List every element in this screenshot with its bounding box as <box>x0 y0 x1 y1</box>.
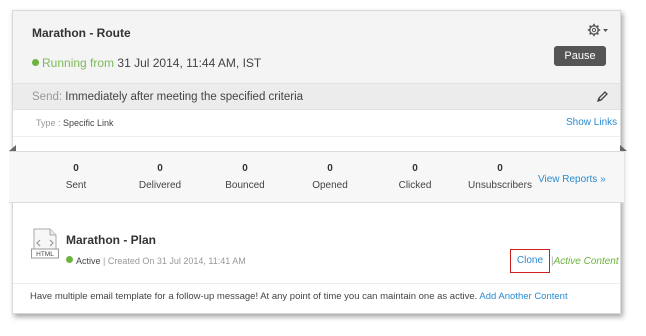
stat-value: 0 <box>497 163 503 174</box>
campaign-header: Marathon - Route Pause Running from 31 J… <box>13 11 620 83</box>
content-item: HTML Marathon - Plan Active | Created On… <box>13 216 620 284</box>
type-label: Type : <box>36 118 61 128</box>
stat-label: Bounced <box>225 180 265 191</box>
pause-button[interactable]: Pause <box>554 46 606 66</box>
add-content-link[interactable]: Add Another Content <box>479 291 567 302</box>
send-row: Send: Immediately after meeting the spec… <box>13 83 620 110</box>
html-icon-label: HTML <box>36 251 54 258</box>
stat-opened: 0 Opened <box>290 163 370 191</box>
stat-value: 0 <box>327 163 333 174</box>
send-text: Send: Immediately after meeting the spec… <box>32 91 303 103</box>
stat-value: 0 <box>412 163 418 174</box>
view-reports-link[interactable]: View Reports » <box>538 174 606 185</box>
stat-clicked: 0 Clicked <box>375 163 455 191</box>
content-meta: Active | Created On 31 Jul 2014, 11:41 A… <box>66 256 246 266</box>
content-status: Active <box>76 256 101 266</box>
active-content-badge: |Active Content <box>551 256 619 267</box>
type-text: Type : Specific Link <box>36 118 114 128</box>
pencil-edit-icon[interactable] <box>595 90 609 104</box>
stats-bar: 0 Sent 0 Delivered 0 Bounced 0 Opened 0 … <box>9 151 624 203</box>
stat-unsubscribers: 0 Unsubscribers <box>460 163 540 191</box>
type-row: Type : Specific Link Show Links <box>13 110 620 137</box>
stat-bounced: 0 Bounced <box>205 163 285 191</box>
stat-label: Clicked <box>398 180 432 191</box>
fold-left-decoration <box>9 145 16 151</box>
stat-label: Unsubscribers <box>468 180 532 191</box>
chevron-down-icon <box>603 29 608 32</box>
status-dot-icon <box>32 59 39 66</box>
stat-label: Opened <box>312 180 348 191</box>
footer-note: Have multiple email template for a follo… <box>30 291 568 302</box>
show-links-link[interactable]: Show Links <box>566 117 617 128</box>
content-title: Marathon - Plan <box>66 233 157 247</box>
stat-sent: 0 Sent <box>36 163 116 191</box>
html-file-icon: HTML <box>31 228 59 259</box>
gear-icon[interactable] <box>587 23 609 37</box>
stat-value: 0 <box>73 163 79 174</box>
active-content-label: Active Content <box>553 256 619 267</box>
send-value: Immediately after meeting the specified … <box>65 91 304 103</box>
running-value: 31 Jul 2014, 11:44 AM, IST <box>117 56 262 70</box>
campaign-title: Marathon - Route <box>32 26 131 40</box>
stat-delivered: 0 Delivered <box>120 163 200 191</box>
status-dot-icon <box>66 256 73 263</box>
footer-note-text: Have multiple email template for a follo… <box>30 291 478 302</box>
stat-value: 0 <box>242 163 248 174</box>
stat-value: 0 <box>157 163 163 174</box>
running-label: Running from <box>42 56 115 70</box>
clone-button[interactable]: Clone <box>510 249 550 273</box>
send-label: Send: <box>32 91 63 103</box>
stat-label: Delivered <box>138 180 182 191</box>
running-status: Running from 31 Jul 2014, 11:44 AM, IST <box>32 56 261 70</box>
stat-label: Sent <box>65 180 87 191</box>
type-value: Specific Link <box>63 118 114 128</box>
fold-right-decoration <box>620 145 627 151</box>
campaign-card: Marathon - Route Pause Running from 31 J… <box>9 10 624 314</box>
content-created: | Created On 31 Jul 2014, 11:41 AM <box>103 256 246 266</box>
